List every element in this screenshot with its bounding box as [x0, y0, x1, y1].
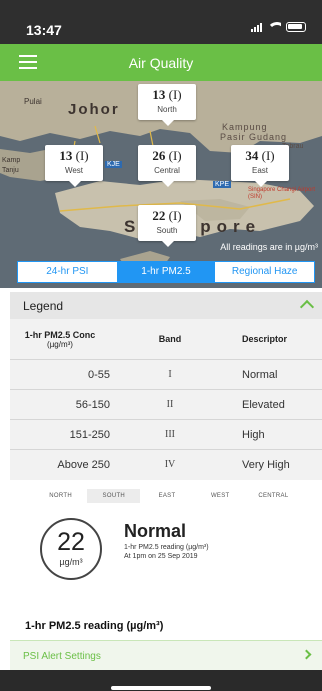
signal-icon — [251, 22, 262, 32]
region-name-west: West — [64, 166, 84, 175]
reading-descriptor: Normal — [124, 521, 187, 541]
map-label-pasir-gudang: Pasir Gudang — [220, 132, 288, 142]
tab-south[interactable]: SOUTH — [87, 489, 141, 503]
legend-range: 56-150 — [75, 398, 110, 411]
region-name-east: East — [251, 166, 268, 175]
wifi-icon — [267, 22, 281, 32]
chevron-up-icon[interactable] — [299, 299, 315, 315]
region-name-north: North — [157, 105, 177, 114]
map-label-pulai: Pulai — [24, 97, 42, 106]
region-value-east: 34 (I) — [245, 148, 275, 163]
legend-row: 56-150 II Elevated — [10, 389, 322, 419]
status-icons — [251, 22, 306, 32]
region-marker-central[interactable]: 26 (I) Central — [138, 145, 196, 187]
legend-row: Above 250 IV Very High — [10, 449, 322, 479]
legend-header-conc-unit: (µg/m³) — [47, 339, 73, 349]
tab-east[interactable]: EAST — [140, 489, 193, 503]
home-bar-area — [0, 670, 322, 691]
region-marker-west[interactable]: 13 (I) West — [45, 145, 103, 187]
segment-24hr-psi[interactable]: 24-hr PSI — [18, 262, 117, 282]
region-marker-east[interactable]: 34 (I) East — [231, 145, 289, 187]
gauge-value: 22 — [57, 528, 85, 556]
app-title: Air Quality — [128, 55, 194, 71]
legend-header[interactable]: Legend — [10, 292, 322, 319]
metric-segmented-control: 24-hr PSI 1-hr PM2.5 Regional Haze — [17, 261, 315, 283]
reading-summary: Normal 1-hr PM2.5 reading (µg/m³) At 1pm… — [124, 521, 314, 560]
tab-west[interactable]: WEST — [194, 489, 247, 503]
chevron-right-icon — [301, 649, 312, 660]
region-tabs: NORTH SOUTH EAST WEST CENTRAL — [34, 489, 300, 503]
legend-descriptor: High — [242, 428, 265, 441]
legend-descriptor: Normal — [242, 368, 278, 381]
map-label-kamp: Kamp — [2, 157, 21, 164]
legend-header-band: Band — [158, 334, 182, 344]
legend-table: 1-hr PM2.5 Conc (µg/m³) Band Descriptor 0… — [10, 319, 322, 480]
status-time: 13:47 — [26, 22, 62, 38]
gauge-unit: µg/m³ — [59, 557, 83, 567]
legend-band: I — [168, 369, 172, 380]
segment-regional-haze[interactable]: Regional Haze — [215, 262, 314, 282]
region-value-west: 13 (I) — [59, 148, 89, 163]
legend-row: 151-250 III High — [10, 419, 322, 449]
region-name-central: Central — [154, 166, 180, 175]
app-bar: Air Quality — [0, 44, 322, 81]
home-indicator[interactable] — [111, 686, 211, 690]
psi-alert-settings-row[interactable]: PSI Alert Settings — [10, 640, 322, 670]
reading-timestamp: At 1pm on 25 Sep 2019 — [124, 553, 198, 560]
legend-range: 151-250 — [69, 428, 110, 441]
region-value-north: 13 (I) — [152, 87, 182, 102]
map-label-kampung: Kampung — [222, 122, 268, 132]
tab-central[interactable]: CENTRAL — [247, 489, 300, 503]
legend-title: Legend — [23, 299, 64, 313]
map-view[interactable]: Johor Singapore Kampung Pasir Gudang Pul… — [0, 81, 322, 288]
legend-band: III — [165, 429, 175, 440]
map-label-kje: KJE — [105, 161, 122, 168]
legend-row: 0-55 I Normal — [10, 359, 322, 389]
legend-range: 0-55 — [87, 368, 110, 381]
psi-alert-label: PSI Alert Settings — [23, 651, 101, 662]
region-value-central: 26 (I) — [152, 148, 182, 163]
tab-north[interactable]: NORTH — [34, 489, 87, 503]
legend-band: IV — [164, 459, 176, 470]
status-bar: 13:47 — [0, 0, 322, 44]
legend-header-conc: 1-hr PM2.5 Conc (µg/m³) — [10, 330, 110, 349]
map-label-kpe: KPE — [213, 181, 232, 188]
legend-descriptor: Very High — [242, 458, 290, 471]
segment-1hr-pm25[interactable]: 1-hr PM2.5 — [116, 262, 216, 282]
region-name-south: South — [156, 226, 178, 235]
reading-label: 1-hr PM2.5 reading (µg/m³) — [124, 544, 209, 551]
legend-descriptor: Elevated — [242, 398, 285, 411]
region-marker-north[interactable]: 13 (I) North — [138, 84, 196, 126]
map-label-tanju: Tanju — [2, 167, 19, 174]
legend-table-header: 1-hr PM2.5 Conc (µg/m³) Band Descriptor — [10, 319, 322, 359]
region-marker-south[interactable]: 22 (I) South — [138, 205, 196, 247]
reading-gauge: 22 µg/m³ — [40, 518, 102, 580]
battery-icon — [286, 22, 306, 32]
legend-range: Above 250 — [57, 458, 110, 471]
legend-header-descriptor: Descriptor — [242, 334, 288, 344]
region-value-south: 22 (I) — [152, 208, 182, 223]
map-label-johor: Johor — [68, 101, 120, 118]
readings-unit-note: All readings are in µg/m³ — [220, 242, 318, 252]
legend-band: II — [166, 399, 174, 410]
reading-section-title: 1-hr PM2.5 reading (µg/m³) — [25, 620, 164, 632]
map-label-changi: Singapore Changi Airport (SIN) — [248, 187, 316, 200]
